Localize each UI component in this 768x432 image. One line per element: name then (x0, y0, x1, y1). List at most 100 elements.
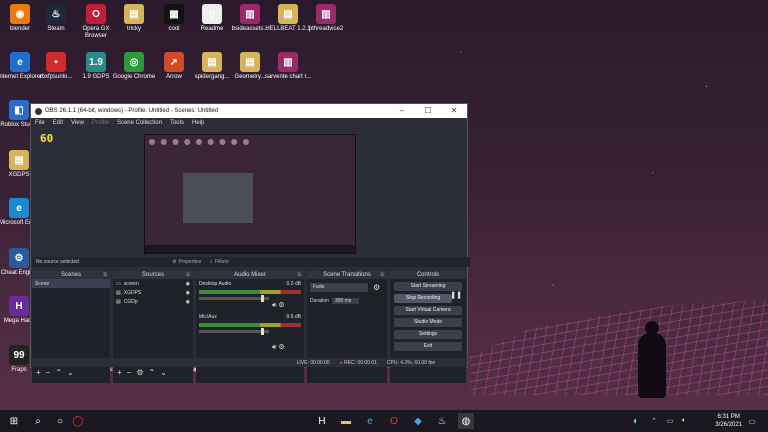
duration-label: Duration (310, 297, 329, 304)
task-view-icon[interactable]: ○ (52, 413, 68, 429)
app-icon: ➚ (164, 52, 184, 72)
opera-gx-taskbar-icon[interactable]: O (386, 413, 402, 429)
app-icon: ◉ (10, 4, 30, 24)
menu-edit[interactable]: Edit (53, 120, 63, 126)
move-down-icon[interactable]: ⌄ (67, 368, 74, 377)
duration-input[interactable]: 300 ms (331, 297, 360, 304)
file-explorer-icon[interactable]: ▬ (338, 413, 354, 429)
opera-taskbar-icon[interactable]: ◯ (70, 413, 86, 429)
desktop-icon[interactable]: ▥ pthreadvice2 (301, 4, 351, 33)
app-icon: H (9, 296, 29, 316)
desktop-audio-fader[interactable] (199, 295, 269, 302)
source-toolbar: No source selected ⚙ Properties ◐ Filters (32, 257, 470, 267)
dock-float-icon[interactable]: ⧉ (103, 271, 107, 279)
move-up-icon[interactable]: ⌃ (55, 368, 62, 377)
close-button[interactable]: ✕ (441, 104, 467, 118)
menu-view[interactable]: View (71, 120, 84, 126)
source-item-cgdp[interactable]: ▤ CGDp ◉ (113, 297, 193, 306)
scenes-header: Scenes ⧉ (32, 271, 110, 279)
clock-date: 3/26/2021 (715, 422, 742, 428)
menu-profile[interactable]: Profile (92, 120, 109, 126)
controls-title: Controls (416, 272, 440, 278)
gear-icon[interactable]: ⚙ (136, 368, 143, 377)
preview-canvas[interactable] (144, 134, 356, 254)
desktop-icon[interactable]: ▥ sarvente chart r... (263, 52, 313, 81)
stop-recording-button[interactable]: Stop Recording (394, 294, 452, 303)
no-source-label: No source selected (36, 259, 79, 265)
remove-source-icon[interactable]: − (127, 368, 132, 377)
record-dot-icon: ● (339, 359, 343, 366)
live-status: LIVE: 00:00:00 (296, 359, 330, 366)
sources-header: Sources ⧉ (113, 271, 193, 279)
studio-mode-button[interactable]: Studio Mode (394, 318, 462, 327)
scene-item[interactable]: Scene (32, 279, 110, 288)
menu-file[interactable]: File (35, 120, 45, 126)
start-virtual-camera-button[interactable]: Start Virtual Camera (394, 306, 462, 315)
volume-icon[interactable]: 🔈︎ (676, 413, 692, 429)
app-icon: ▥ (240, 4, 260, 24)
add-source-icon[interactable]: + (117, 368, 122, 377)
app-icon: e (10, 52, 30, 72)
speaker-icon[interactable]: 🔊︎ ⚙ (272, 343, 285, 352)
dock-float-icon[interactable]: ⧉ (380, 271, 384, 279)
transition-select[interactable]: Fade (310, 283, 368, 292)
sources-tools: + − ⚙ ⌃ ⌄ (117, 368, 167, 377)
exit-button[interactable]: Exit (394, 342, 462, 351)
mixer-title: Audio Mixer (234, 272, 266, 278)
pause-icon[interactable]: ❚❚ (450, 291, 462, 299)
tray-chevron-icon[interactable]: ⌃ (646, 413, 662, 429)
menu-scene-collection[interactable]: Scene Collection (117, 120, 162, 126)
remove-scene-icon[interactable]: − (46, 368, 51, 377)
settings-button[interactable]: Settings (394, 330, 462, 339)
channel-db: -9.6 dB (284, 313, 301, 320)
obs-window[interactable]: OBS 26.1.1 (64-bit, windows) - Profile: … (30, 103, 470, 383)
app-icon: ▥ (316, 4, 336, 24)
obs-taskbar-icon[interactable]: ◍ (458, 413, 474, 429)
dock-float-icon[interactable]: ⧉ (297, 271, 301, 279)
app-icon: ▤ (278, 4, 298, 24)
speaker-icon[interactable]: 🔊︎ ⚙ (272, 301, 285, 310)
filters-label: Filters (215, 259, 229, 265)
eye-icon[interactable]: ◉ (186, 290, 190, 296)
add-scene-icon[interactable]: + (36, 368, 41, 377)
megahack-taskbar-icon[interactable]: H (314, 413, 330, 429)
menu-tools[interactable]: Tools (170, 120, 184, 126)
filters-button[interactable]: ◐ Filters (210, 258, 229, 266)
rec-time: REC: 00:00:01 (344, 359, 377, 366)
start-streaming-button[interactable]: Start Streaming (394, 282, 462, 291)
cpu-status: CPU: 4.3%, 60.00 fps (386, 359, 435, 366)
menu-help[interactable]: Help (192, 120, 204, 126)
edge-taskbar-icon[interactable]: e (362, 413, 378, 429)
app-taskbar-icon[interactable]: ◆ (410, 413, 426, 429)
app-icon: e (9, 198, 29, 218)
move-down-icon[interactable]: ⌄ (160, 368, 167, 377)
search-icon[interactable]: ⌕ (30, 413, 46, 429)
steam-taskbar-icon[interactable]: ♨ (434, 413, 450, 429)
move-up-icon[interactable]: ⌃ (149, 368, 156, 377)
minimize-button[interactable]: – (389, 104, 415, 118)
eye-icon[interactable]: ◉ (186, 299, 190, 305)
dock-float-icon[interactable]: ⧉ (186, 271, 190, 279)
app-icon: 1.9 (86, 52, 106, 72)
preview-area: 60 No source selected ⚙ Properties ◐ Filte… (32, 129, 470, 383)
taskbar-clock[interactable]: 6:31 PM 3/26/2021 (715, 413, 742, 429)
gear-icon[interactable]: ⚙ (373, 283, 380, 292)
window-title: OBS 26.1.1 (64-bit, windows) - Profile: … (45, 108, 219, 114)
notification-icon[interactable]: ▭ (744, 413, 760, 429)
tray-app-icon[interactable]: ◐ (628, 413, 644, 429)
source-label: CGDp (123, 298, 138, 305)
maximize-button[interactable]: ☐ (415, 104, 441, 118)
app-icon: ▤ (124, 4, 144, 24)
scenes-title: Scenes (60, 272, 81, 278)
obs-titlebar[interactable]: OBS 26.1.1 (64-bit, windows) - Profile: … (31, 104, 467, 118)
source-item-xgdps[interactable]: ▤ XGDPS ◉ (113, 288, 193, 297)
properties-button[interactable]: ⚙ Properties (172, 258, 201, 266)
source-item-screen[interactable]: ▭ screen ◉ (113, 279, 193, 288)
transitions-header: Scene Transitions ⧉ (307, 271, 387, 279)
source-label: screen (123, 280, 139, 287)
mic-aux-fader[interactable] (199, 328, 269, 335)
eye-icon[interactable]: ◉ (186, 281, 190, 287)
windows-start-icon[interactable]: ⊞ (6, 413, 22, 429)
channel-db: 0.0 dB (286, 280, 301, 287)
properties-label: Properties (178, 259, 202, 265)
